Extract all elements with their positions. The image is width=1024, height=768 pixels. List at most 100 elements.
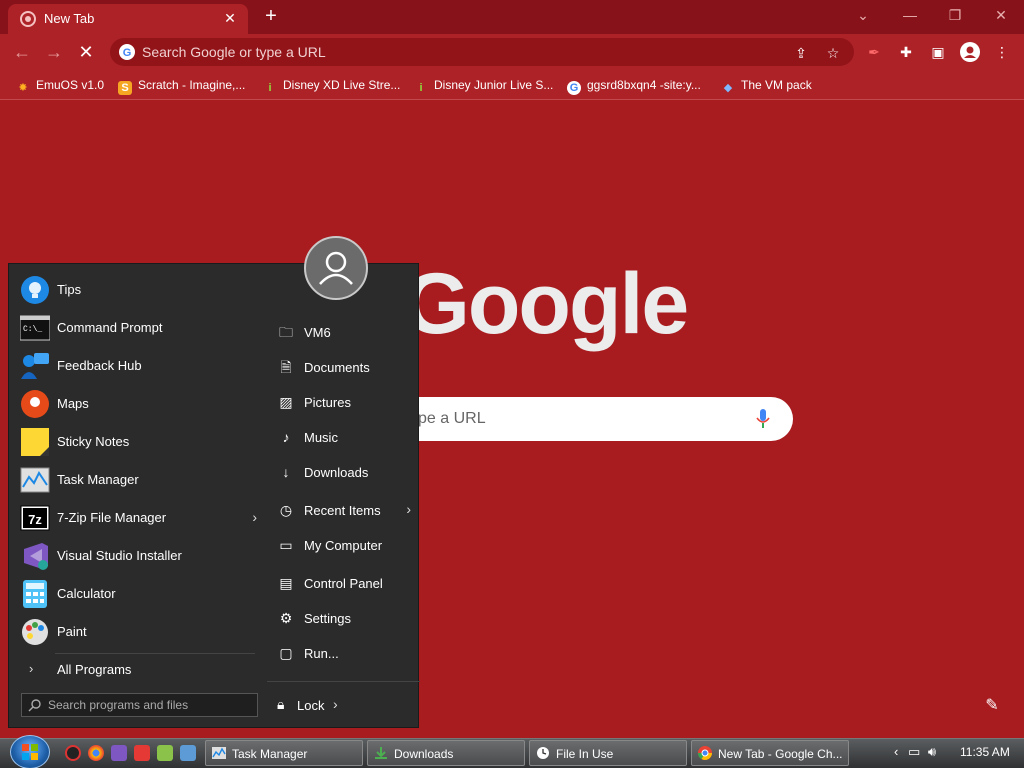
app-task-manager[interactable]: Task Manager: [17, 461, 257, 499]
app-feedback-hub[interactable]: Feedback Hub: [17, 347, 257, 385]
profile-avatar-icon[interactable]: [960, 42, 980, 62]
place-pictures[interactable]: ▨ Pictures: [277, 387, 417, 417]
app-7zip[interactable]: 7z 7-Zip File Manager ›: [17, 499, 257, 537]
side-panel-icon[interactable]: ▣: [928, 42, 948, 62]
minimize-icon[interactable]: —: [896, 4, 924, 26]
svg-text:7z: 7z: [28, 512, 42, 527]
place-music[interactable]: ♪ Music: [277, 422, 417, 452]
browser-toolbar: ← → ✕ G Search Google or type a URL ⇪ ☆ …: [0, 34, 1024, 70]
chevron-right-icon: ›: [29, 661, 34, 676]
network-tool-icon[interactable]: [180, 745, 196, 761]
vs-installer-icon: [24, 543, 48, 570]
microphone-icon[interactable]: [756, 409, 770, 429]
windows-logo-icon: [22, 744, 38, 760]
chrome-favicon-icon: [20, 11, 36, 27]
chevron-right-icon: ›: [406, 501, 411, 517]
vm-icon: ◆: [723, 82, 733, 94]
lock-button[interactable]: 🔒︎ Lock ›: [275, 693, 355, 717]
pen-extension-icon[interactable]: ✒: [864, 42, 884, 62]
back-arrow-icon[interactable]: ←: [10, 40, 34, 64]
taskbar-clock[interactable]: 11:35 AM: [960, 745, 1010, 759]
app-tips[interactable]: Tips: [17, 271, 257, 309]
divider: [267, 681, 420, 682]
svg-text:G: G: [123, 47, 132, 59]
forward-arrow-icon[interactable]: →: [42, 40, 66, 64]
download-icon: ↓: [282, 464, 290, 480]
customize-pencil-icon[interactable]: ✎: [982, 696, 1002, 716]
paint-icon: [22, 619, 48, 645]
google-g-icon: G: [119, 44, 135, 60]
place-run[interactable]: ▢ Run...: [277, 638, 417, 668]
place-settings[interactable]: ⚙ Settings: [277, 603, 417, 633]
taskbar-task-manager[interactable]: Task Manager: [205, 740, 363, 766]
place-documents[interactable]: 🗎 Documents: [277, 352, 417, 382]
place-my-computer[interactable]: ▭ My Computer: [277, 530, 417, 560]
task-manager-icon: [20, 467, 50, 493]
app-paint[interactable]: Paint: [17, 613, 257, 651]
app-maps[interactable]: Maps: [17, 385, 257, 423]
browser-titlebar: New Tab ✕ + ⌄ — ❐ ✕: [0, 0, 1024, 34]
emuos-icon: ✸: [18, 82, 28, 94]
divider: [55, 653, 255, 654]
stop-loading-icon[interactable]: ✕: [74, 40, 98, 64]
chevron-right-icon[interactable]: ›: [333, 696, 338, 712]
chrome-icon: [698, 746, 712, 760]
dev-tool-icon[interactable]: [134, 745, 150, 761]
app-command-prompt[interactable]: C:\_ Command Prompt: [17, 309, 257, 347]
clock-icon: ◷: [279, 502, 293, 518]
start-search-box[interactable]: [21, 693, 258, 717]
tray-expand-chevron-icon[interactable]: ‹: [894, 744, 898, 759]
app-calculator[interactable]: Calculator: [17, 575, 257, 613]
place-control-panel[interactable]: ▤ Control Panel: [277, 568, 417, 598]
start-search-input[interactable]: [48, 697, 248, 713]
document-icon: 🗎: [280, 359, 292, 375]
new-tab-button[interactable]: +: [258, 4, 284, 30]
close-window-icon[interactable]: ✕: [987, 4, 1015, 26]
omnibox[interactable]: G Search Google or type a URL ⇪ ☆: [110, 38, 854, 66]
tab-title: New Tab: [44, 11, 95, 26]
bookmark-google-search[interactable]: Gggsrd8bxqn4 -site:y...: [567, 76, 701, 95]
tab-search-chevron-icon[interactable]: ⌄: [849, 4, 877, 26]
ntp-search-placeholder: ype a URL: [410, 410, 486, 427]
chrome-icon[interactable]: [88, 745, 104, 761]
user-silhouette-icon: [319, 251, 353, 285]
music-icon: ♪: [282, 429, 290, 445]
taskbar-chrome[interactable]: New Tab - Google Ch...: [691, 740, 849, 766]
bookmark-star-icon[interactable]: ☆: [824, 44, 842, 62]
scratch-icon: S: [118, 81, 132, 95]
place-vm6[interactable]: 🗀 VM6: [277, 317, 417, 347]
start-button[interactable]: [10, 735, 50, 768]
taskbar-downloads[interactable]: Downloads: [367, 740, 525, 766]
network-icon[interactable]: ▭: [908, 744, 920, 759]
restore-icon[interactable]: ❐: [941, 4, 969, 26]
lock-icon: 🔒︎: [277, 696, 285, 712]
place-downloads[interactable]: ↓ Downloads: [277, 457, 417, 487]
bookmark-disney-xd[interactable]: i Disney XD Live Stre...: [263, 76, 400, 94]
share-icon[interactable]: ⇪: [792, 44, 810, 62]
search-icon: [28, 699, 41, 712]
computer-icon: ▭: [279, 537, 293, 553]
visual-studio-icon[interactable]: [111, 745, 127, 761]
user-avatar[interactable]: [304, 236, 368, 300]
taskbar-file-in-use[interactable]: File In Use: [529, 740, 687, 766]
volume-icon[interactable]: 🔊︎: [928, 744, 936, 759]
start-menu: Tips C:\_ Command Prompt Feedback Hub Ma…: [8, 263, 420, 728]
bookmark-disney-junior[interactable]: i Disney Junior Live S...: [414, 76, 553, 94]
app-vs-installer[interactable]: Visual Studio Installer: [17, 537, 257, 575]
record-icon[interactable]: [65, 745, 81, 761]
bookmark-emuos[interactable]: ✸ EmuOS v1.0: [16, 76, 104, 94]
bookmark-vm-pack[interactable]: ◆ The VM pack: [721, 76, 812, 94]
tab-new-tab[interactable]: New Tab ✕: [8, 4, 248, 34]
app-sticky-notes[interactable]: Sticky Notes: [17, 423, 257, 461]
info-icon: i: [268, 82, 272, 94]
place-recent-items[interactable]: ◷ Recent Items ›: [277, 495, 417, 525]
all-programs-button[interactable]: › All Programs: [17, 658, 257, 680]
ntp-search-box[interactable]: ype a URL: [380, 397, 793, 441]
game-icon[interactable]: [157, 745, 173, 761]
bookmark-scratch[interactable]: S Scratch - Imagine,...: [118, 76, 245, 95]
extensions-puzzle-icon[interactable]: ✚: [896, 42, 916, 62]
tab-close-icon[interactable]: ✕: [220, 8, 240, 28]
run-icon: ▢: [279, 645, 293, 661]
system-tray: ‹ ▭ 🔊︎: [894, 740, 954, 764]
menu-kebab-icon[interactable]: ⋮: [992, 42, 1012, 62]
